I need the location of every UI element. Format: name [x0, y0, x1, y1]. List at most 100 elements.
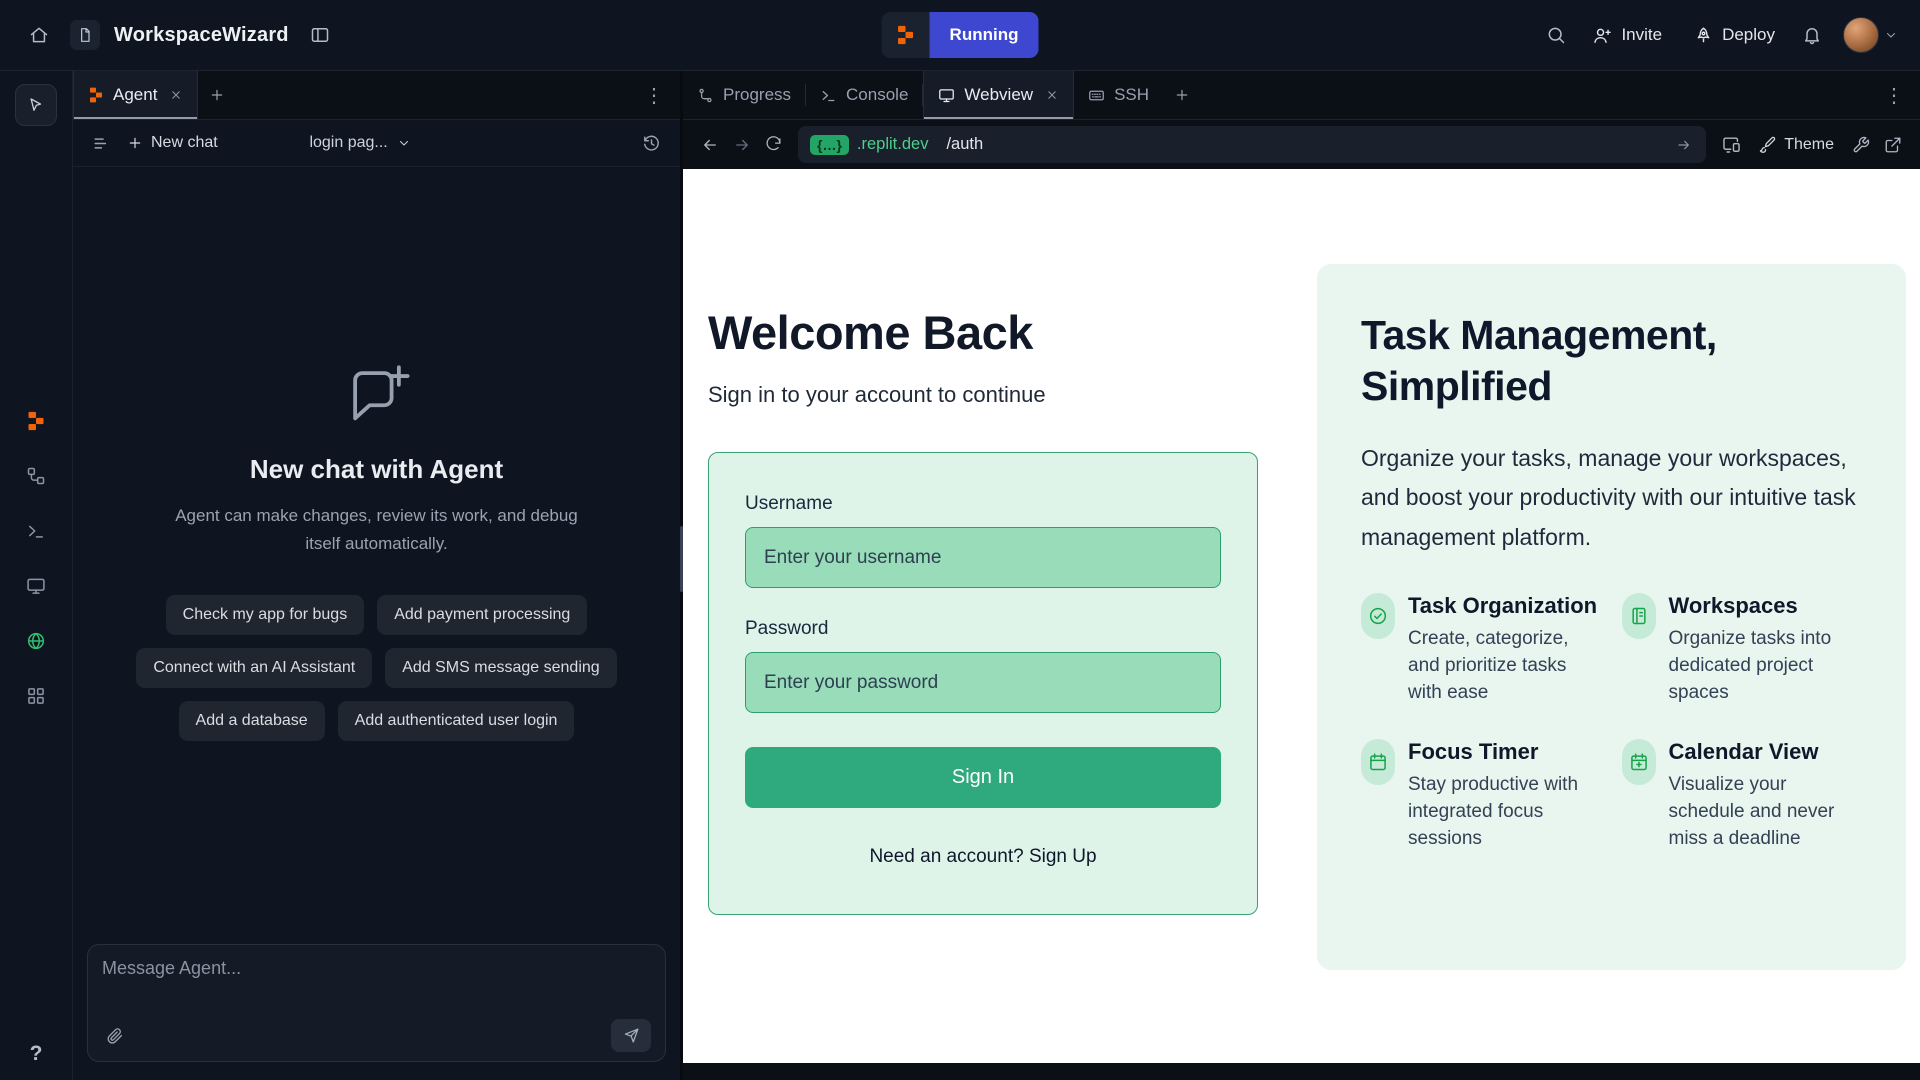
rail-tool-group [22, 407, 50, 710]
bell-icon [1802, 25, 1822, 45]
sign-in-button[interactable]: Sign In [745, 747, 1221, 808]
sign-up-link[interactable]: Sign Up [1029, 846, 1097, 867]
avatar [1843, 17, 1879, 53]
rail-workflows-button[interactable] [22, 462, 50, 490]
feature-title: Task Organization [1408, 593, 1602, 619]
open-in-new-tab-button[interactable] [1878, 130, 1908, 160]
progress-icon [697, 87, 714, 104]
plus-icon [209, 87, 225, 103]
devtools-button[interactable] [1846, 130, 1876, 160]
send-message-button[interactable] [611, 1019, 651, 1052]
tab-agent[interactable]: Agent [73, 71, 198, 119]
home-button[interactable] [22, 18, 56, 52]
search-icon [1546, 25, 1566, 45]
agent-tab-overflow-button[interactable]: ⋮ [634, 79, 674, 112]
main-new-tab-button[interactable] [1163, 71, 1201, 119]
url-go-button[interactable] [1674, 135, 1694, 155]
check-circle-icon [1361, 593, 1395, 639]
tab-webview[interactable]: Webview [923, 71, 1074, 119]
run-control: Running [882, 12, 1039, 58]
tab-console-label: Console [846, 85, 908, 105]
agent-empty-state: New chat with Agent Agent can make chang… [73, 167, 680, 934]
suggestion-chip[interactable]: Connect with an AI Assistant [136, 648, 372, 688]
top-bar: WorkspaceWizard Running Invite Deploy [0, 0, 1920, 71]
chat-plus-icon [342, 360, 412, 430]
wrench-icon [1852, 136, 1870, 154]
send-icon [623, 1027, 640, 1044]
tab-agent-label: Agent [113, 85, 157, 105]
layout-toggle-button[interactable] [303, 18, 337, 52]
nav-back-button[interactable] [695, 130, 725, 160]
notebook-icon [1622, 593, 1656, 639]
new-chat-button[interactable]: New chat [127, 134, 218, 152]
feature-focus-timer: Focus Timer Stay productive with integra… [1361, 739, 1602, 853]
theme-button[interactable]: Theme [1749, 130, 1844, 160]
chat-session-label: login pag... [309, 134, 387, 152]
tab-agent-close-button[interactable] [169, 88, 183, 102]
invite-button[interactable]: Invite [1581, 16, 1674, 54]
account-menu-button[interactable] [1843, 17, 1898, 53]
rail-agent-button[interactable] [22, 407, 50, 435]
running-status-button[interactable]: Running [930, 12, 1039, 58]
new-chat-label: New chat [151, 134, 218, 152]
tab-ssh[interactable]: SSH [1074, 71, 1163, 119]
calendar-icon [1361, 739, 1395, 785]
layout-icon [310, 25, 330, 45]
rail-apps-button[interactable] [22, 682, 50, 710]
refresh-icon [765, 136, 782, 153]
main-tabstrip: Progress Console Webview SSH [683, 71, 1920, 120]
plus-icon [127, 135, 143, 151]
monitor-icon [26, 576, 46, 596]
tab-webview-close-button[interactable] [1045, 88, 1059, 102]
close-icon [1045, 88, 1059, 102]
tab-progress[interactable]: Progress [683, 71, 805, 119]
rail-shell-button[interactable] [22, 517, 50, 545]
chat-list-button[interactable] [88, 130, 115, 157]
feature-description: Visualize your schedule and never miss a… [1669, 772, 1863, 853]
close-icon [169, 88, 183, 102]
forward-icon [733, 136, 751, 154]
rail-deployment-button[interactable] [22, 627, 50, 655]
search-button[interactable] [1539, 18, 1573, 52]
deploy-button[interactable]: Deploy [1682, 16, 1787, 54]
chat-history-button[interactable] [638, 130, 665, 157]
bottom-strip [683, 1063, 1920, 1080]
help-button[interactable]: ? [30, 1042, 43, 1066]
chevron-down-icon [397, 136, 411, 150]
suggestion-chip[interactable]: Add payment processing [377, 595, 587, 635]
agent-tabstrip: Agent ⋮ [73, 71, 680, 120]
agent-new-tab-button[interactable] [198, 71, 236, 119]
agent-toolbar: New chat login pag... [73, 120, 680, 167]
rail-webview-button[interactable] [22, 572, 50, 600]
username-field[interactable] [745, 527, 1221, 588]
pointer-icon [27, 96, 45, 114]
suggestion-chip[interactable]: Add SMS message sending [385, 648, 616, 688]
history-icon [642, 134, 661, 153]
invite-person-plus-icon [1593, 26, 1612, 45]
top-bar-right: Invite Deploy [1539, 16, 1898, 54]
main-tab-overflow-button[interactable]: ⋮ [1874, 79, 1914, 112]
run-logo-button[interactable] [882, 12, 930, 58]
suggestion-chip[interactable]: Check my app for bugs [166, 595, 365, 635]
attach-file-button[interactable] [102, 1023, 128, 1049]
url-input[interactable]: {…} .replit.dev /auth [798, 126, 1706, 163]
chat-session-select[interactable]: login pag... [309, 134, 410, 152]
webview-url-bar: {…} .replit.dev /auth Theme [683, 120, 1920, 169]
select-tool-button[interactable] [15, 84, 57, 126]
suggestion-chip[interactable]: Add authenticated user login [338, 701, 575, 741]
paperclip-icon [106, 1027, 124, 1045]
suggestion-chip[interactable]: Add a database [179, 701, 325, 741]
calendar-plus-icon [1622, 739, 1656, 785]
responsive-devices-button[interactable] [1716, 129, 1747, 160]
project-file-icon [70, 20, 100, 50]
home-icon [29, 25, 49, 45]
plus-icon [1174, 87, 1190, 103]
notifications-button[interactable] [1795, 18, 1829, 52]
nav-forward-button[interactable] [727, 130, 757, 160]
promo-description: Organize your tasks, manage your workspa… [1361, 439, 1862, 558]
theme-label: Theme [1784, 136, 1834, 154]
tab-console[interactable]: Console [806, 71, 922, 119]
nav-refresh-button[interactable] [759, 130, 788, 159]
password-field[interactable] [745, 652, 1221, 713]
message-agent-input[interactable] [102, 958, 651, 1019]
